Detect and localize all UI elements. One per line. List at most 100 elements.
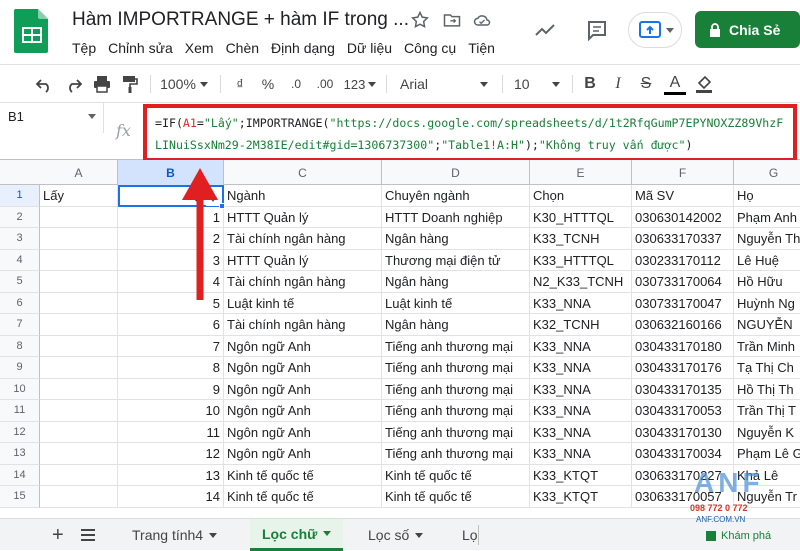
cell-col-d[interactable]: Kinh tế quốc tế bbox=[382, 464, 530, 486]
activity-trend-icon[interactable] bbox=[533, 18, 557, 42]
cell-col-e[interactable]: K33_NNA bbox=[530, 400, 632, 422]
cell-col-a[interactable] bbox=[40, 421, 118, 443]
cell-col-c[interactable]: Ngôn ngữ Anh bbox=[224, 335, 382, 357]
row-header[interactable]: 12 bbox=[0, 421, 40, 443]
formula-input[interactable]: =IF(A1="Lấy";IMPORTRANGE("https://docs.g… bbox=[143, 104, 797, 162]
redo-icon[interactable] bbox=[64, 73, 84, 95]
more-formats-select[interactable]: 123 bbox=[342, 73, 378, 95]
cell-col-e[interactable]: K33_TCNH bbox=[530, 228, 632, 250]
cell-col-c[interactable]: Ngôn ngữ Anh bbox=[224, 400, 382, 422]
cell-col-f[interactable]: 030632160166 bbox=[632, 314, 734, 336]
cloud-status-icon[interactable] bbox=[472, 10, 492, 30]
cell-col-a[interactable] bbox=[40, 443, 118, 465]
cell-col-b[interactable]: 7 bbox=[118, 335, 224, 357]
doc-title[interactable]: Hàm IMPORTRANGE + hàm IF trong ... bbox=[72, 9, 409, 31]
font-size-select[interactable]: 10 bbox=[510, 73, 564, 95]
menu-edit[interactable]: Chỉnh sửa bbox=[102, 37, 179, 59]
cell-col-f[interactable]: 030733170064 bbox=[632, 271, 734, 293]
cell-col-a[interactable]: Lấy bbox=[40, 185, 118, 207]
cell-col-a[interactable] bbox=[40, 292, 118, 314]
row-header[interactable]: 1 bbox=[0, 185, 40, 207]
cell-col-d[interactable]: Kinh tế quốc tế bbox=[382, 486, 530, 508]
cell-col-d[interactable]: Chuyên ngành bbox=[382, 185, 530, 207]
row-header[interactable]: 4 bbox=[0, 249, 40, 271]
column-header-g[interactable]: G bbox=[734, 160, 800, 185]
cell-col-g[interactable]: Phạm Anh bbox=[734, 206, 800, 228]
row-header[interactable]: 10 bbox=[0, 378, 40, 400]
italic-button[interactable]: I bbox=[608, 73, 628, 95]
cell-col-c[interactable]: Ngôn ngữ Anh bbox=[224, 357, 382, 379]
all-sheets-list-icon[interactable] bbox=[80, 528, 96, 542]
cell-col-e[interactable]: K32_TCNH bbox=[530, 314, 632, 336]
cell-col-g[interactable]: Nguyễn K bbox=[734, 421, 800, 443]
cell-col-d[interactable]: Ngân hàng bbox=[382, 271, 530, 293]
cell-col-a[interactable] bbox=[40, 228, 118, 250]
cell-col-a[interactable] bbox=[40, 357, 118, 379]
menu-insert[interactable]: Chèn bbox=[220, 37, 265, 59]
cell-col-d[interactable]: HTTT Doanh nghiệp bbox=[382, 206, 530, 228]
strikethrough-button[interactable]: S bbox=[636, 73, 656, 95]
horizontal-scroll-area[interactable] bbox=[478, 525, 688, 545]
cell-col-c[interactable]: HTTT Quản lý bbox=[224, 206, 382, 228]
cell-col-d[interactable]: Tiếng anh thương mại bbox=[382, 378, 530, 400]
cell-col-f[interactable]: 030433170176 bbox=[632, 357, 734, 379]
cell-col-g[interactable]: Phạm Lê G bbox=[734, 443, 800, 465]
cell-col-g[interactable]: Huỳnh Ng bbox=[734, 292, 800, 314]
column-header-e[interactable]: E bbox=[530, 160, 632, 185]
menu-format[interactable]: Định dạng bbox=[265, 37, 341, 59]
cell-col-c[interactable]: Ngành bbox=[224, 185, 382, 207]
row-header[interactable]: 8 bbox=[0, 335, 40, 357]
cell-col-a[interactable] bbox=[40, 206, 118, 228]
cell-col-b[interactable]: 6 bbox=[118, 314, 224, 336]
sheet-tab-loc-chu[interactable]: Lọc chữ bbox=[250, 519, 344, 551]
cell-col-b[interactable]: 10 bbox=[118, 400, 224, 422]
cell-col-a[interactable] bbox=[40, 249, 118, 271]
cell-col-d[interactable]: Ngân hàng bbox=[382, 228, 530, 250]
menu-tools[interactable]: Công cụ bbox=[398, 37, 462, 59]
cell-col-c[interactable]: Tài chính ngân hàng bbox=[224, 271, 382, 293]
sheet-tab-trang-tinh4[interactable]: Trang tính4 bbox=[120, 519, 229, 551]
cell-col-c[interactable]: Ngôn ngữ Anh bbox=[224, 421, 382, 443]
cell-col-e[interactable]: Chọn bbox=[530, 185, 632, 207]
currency-format-button[interactable]: ₫ bbox=[230, 73, 250, 95]
increase-decimal-button[interactable]: .00 bbox=[310, 73, 340, 95]
cell-col-g[interactable]: NGUYỄN bbox=[734, 314, 800, 336]
row-header[interactable]: 9 bbox=[0, 357, 40, 379]
cell-col-c[interactable]: Ngôn ngữ Anh bbox=[224, 378, 382, 400]
cell-col-f[interactable]: 030433170053 bbox=[632, 400, 734, 422]
cell-col-a[interactable] bbox=[40, 271, 118, 293]
cell-col-c[interactable]: Kinh tế quốc tế bbox=[224, 464, 382, 486]
cell-col-g[interactable]: Hồ Hữu bbox=[734, 271, 800, 293]
cell-col-f[interactable]: 030433170034 bbox=[632, 443, 734, 465]
cell-col-e[interactable]: K33_NNA bbox=[530, 357, 632, 379]
cell-col-e[interactable]: N2_K33_TCNH bbox=[530, 271, 632, 293]
cell-col-e[interactable]: K33_NNA bbox=[530, 421, 632, 443]
cell-col-e[interactable]: K33_NNA bbox=[530, 292, 632, 314]
text-color-button[interactable]: A bbox=[664, 73, 686, 95]
zoom-select[interactable]: 100% bbox=[158, 73, 210, 95]
cell-col-f[interactable]: 030433170180 bbox=[632, 335, 734, 357]
cell-col-g[interactable]: Trần Thị T bbox=[734, 400, 800, 422]
menu-extensions[interactable]: Tiện bbox=[462, 37, 501, 59]
print-icon[interactable] bbox=[92, 73, 112, 95]
fill-color-icon[interactable] bbox=[694, 73, 714, 95]
star-icon[interactable] bbox=[410, 10, 430, 30]
cell-col-f[interactable]: 030630142002 bbox=[632, 206, 734, 228]
row-header[interactable]: 15 bbox=[0, 486, 40, 508]
cell-col-e[interactable]: K33_HTTTQL bbox=[530, 249, 632, 271]
cell-col-c[interactable]: Luật kinh tế bbox=[224, 292, 382, 314]
cell-col-g[interactable]: Trần Minh bbox=[734, 335, 800, 357]
row-header[interactable]: 7 bbox=[0, 314, 40, 336]
cell-col-e[interactable]: K33_NNA bbox=[530, 378, 632, 400]
undo-icon[interactable] bbox=[34, 73, 54, 95]
cell-col-b[interactable]: 9 bbox=[118, 378, 224, 400]
cell-col-e[interactable]: K30_HTTTQL bbox=[530, 206, 632, 228]
percent-format-button[interactable]: % bbox=[258, 73, 278, 95]
row-header[interactable]: 6 bbox=[0, 292, 40, 314]
comment-icon[interactable] bbox=[585, 18, 609, 42]
move-folder-icon[interactable] bbox=[442, 10, 462, 30]
cell-col-a[interactable] bbox=[40, 314, 118, 336]
cell-col-c[interactable]: HTTT Quản lý bbox=[224, 249, 382, 271]
cell-col-e[interactable]: K33_KTQT bbox=[530, 486, 632, 508]
column-header-d[interactable]: D bbox=[382, 160, 530, 185]
